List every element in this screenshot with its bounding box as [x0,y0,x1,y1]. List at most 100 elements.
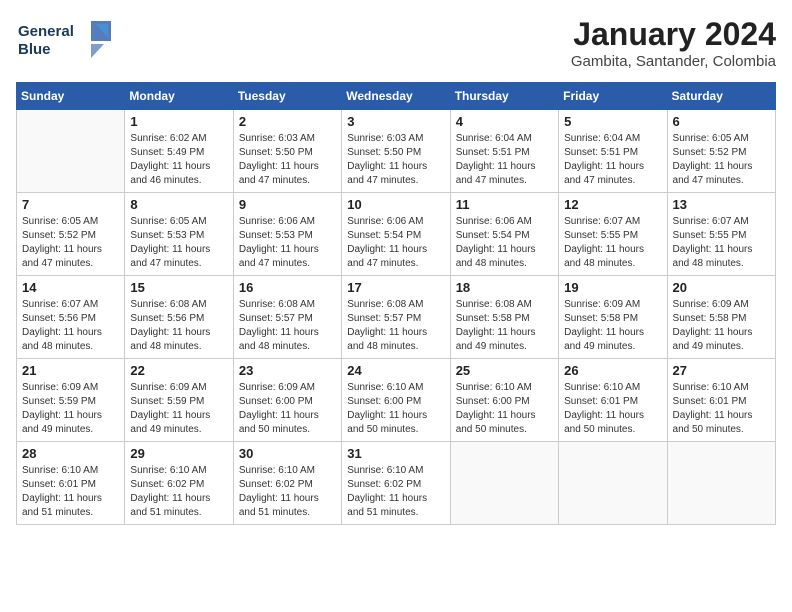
day-info: Sunrise: 6:08 AMSunset: 5:58 PMDaylight:… [456,298,553,354]
calendar-cell: 11 Sunrise: 6:06 AMSunset: 5:54 PMDayligh… [450,193,558,276]
day-info: Sunrise: 6:10 AMSunset: 6:00 PMDaylight:… [456,381,553,437]
calendar-cell: 15 Sunrise: 6:08 AMSunset: 5:56 PMDayligh… [125,276,233,359]
day-info: Sunrise: 6:06 AMSunset: 5:53 PMDaylight:… [239,215,336,271]
day-info: Sunrise: 6:07 AMSunset: 5:55 PMDaylight:… [564,215,661,271]
calendar-cell: 29Sunrise: 6:10 AMSunset: 6:02 PMDayligh… [125,442,233,525]
calendar-cell: 28Sunrise: 6:10 AMSunset: 6:01 PMDayligh… [17,442,125,525]
day-number: 23 [239,363,336,378]
header-monday: Monday [125,83,233,110]
day-info: Sunrise: 6:06 AMSunset: 5:54 PMDaylight:… [456,215,553,271]
calendar-cell: 18Sunrise: 6:08 AMSunset: 5:58 PMDayligh… [450,276,558,359]
day-number: 31 [347,446,444,461]
svg-text:General: General [18,23,74,40]
calendar-cell: 22 Sunrise: 6:09 AMSunset: 5:59 PMDayligh… [125,359,233,442]
day-info: Sunrise: 6:05 AMSunset: 5:52 PMDaylight:… [673,132,770,188]
day-info: Sunrise: 6:08 AMSunset: 5:56 PMDaylight:… [130,298,227,354]
calendar-cell: 1Sunrise: 6:02 AMSunset: 5:49 PMDaylight… [125,110,233,193]
day-number: 26 [564,363,661,378]
day-info: Sunrise: 6:10 AMSunset: 6:02 PMDaylight:… [347,464,444,520]
day-number: 15 [130,280,227,295]
location-subtitle: Gambita, Santander, Colombia [571,53,776,70]
calendar-table: SundayMondayTuesdayWednesdayThursdayFrid… [16,82,776,525]
calendar-cell: 3 Sunrise: 6:03 AMSunset: 5:50 PMDaylight… [342,110,450,193]
day-info: Sunrise: 6:10 AMSunset: 6:02 PMDaylight:… [239,464,336,520]
day-info: Sunrise: 6:09 AMSunset: 5:58 PMDaylight:… [673,298,770,354]
day-number: 3 [347,114,444,129]
calendar-cell: 30 Sunrise: 6:10 AMSunset: 6:02 PMDayligh… [233,442,341,525]
day-number: 9 [239,197,336,212]
week-row-1: 1Sunrise: 6:02 AMSunset: 5:49 PMDaylight… [17,110,776,193]
day-info: Sunrise: 6:10 AMSunset: 6:00 PMDaylight:… [347,381,444,437]
calendar-cell: 26 Sunrise: 6:10 AMSunset: 6:01 PMDayligh… [559,359,667,442]
day-info: Sunrise: 6:09 AMSunset: 5:59 PMDaylight:… [22,381,119,437]
day-info: Sunrise: 6:10 AMSunset: 6:01 PMDaylight:… [564,381,661,437]
calendar-cell: 17 Sunrise: 6:08 AMSunset: 5:57 PMDayligh… [342,276,450,359]
month-title: January 2024 [571,16,776,53]
header-wednesday: Wednesday [342,83,450,110]
logo-text: General Blue [16,16,116,66]
header-row: SundayMondayTuesdayWednesdayThursdayFrid… [17,83,776,110]
calendar-cell: 2Sunrise: 6:03 AMSunset: 5:50 PMDaylight… [233,110,341,193]
calendar-cell: 24 Sunrise: 6:10 AMSunset: 6:00 PMDayligh… [342,359,450,442]
calendar-cell: 20 Sunrise: 6:09 AMSunset: 5:58 PMDayligh… [667,276,775,359]
day-info: Sunrise: 6:09 AMSunset: 5:59 PMDaylight:… [130,381,227,437]
calendar-cell: 9 Sunrise: 6:06 AMSunset: 5:53 PMDaylight… [233,193,341,276]
day-number: 20 [673,280,770,295]
week-row-4: 21Sunrise: 6:09 AMSunset: 5:59 PMDayligh… [17,359,776,442]
day-number: 17 [347,280,444,295]
day-number: 11 [456,197,553,212]
day-info: Sunrise: 6:10 AMSunset: 6:02 PMDaylight:… [130,464,227,520]
day-number: 30 [239,446,336,461]
calendar-cell: 6 Sunrise: 6:05 AMSunset: 5:52 PMDaylight… [667,110,775,193]
calendar-cell: 31 Sunrise: 6:10 AMSunset: 6:02 PMDayligh… [342,442,450,525]
calendar-cell: 21Sunrise: 6:09 AMSunset: 5:59 PMDayligh… [17,359,125,442]
day-info: Sunrise: 6:10 AMSunset: 6:01 PMDaylight:… [673,381,770,437]
day-number: 22 [130,363,227,378]
calendar-cell [450,442,558,525]
day-number: 7 [22,197,119,212]
day-number: 27 [673,363,770,378]
day-number: 14 [22,280,119,295]
header-thursday: Thursday [450,83,558,110]
day-info: Sunrise: 6:03 AMSunset: 5:50 PMDaylight:… [347,132,444,188]
day-info: Sunrise: 6:07 AMSunset: 5:56 PMDaylight:… [22,298,119,354]
day-number: 16 [239,280,336,295]
day-info: Sunrise: 6:04 AMSunset: 5:51 PMDaylight:… [456,132,553,188]
day-info: Sunrise: 6:07 AMSunset: 5:55 PMDaylight:… [673,215,770,271]
day-number: 5 [564,114,661,129]
day-info: Sunrise: 6:03 AMSunset: 5:50 PMDaylight:… [239,132,336,188]
day-number: 28 [22,446,119,461]
calendar-cell: 10Sunrise: 6:06 AMSunset: 5:54 PMDayligh… [342,193,450,276]
calendar-cell: 19 Sunrise: 6:09 AMSunset: 5:58 PMDayligh… [559,276,667,359]
header-sunday: Sunday [17,83,125,110]
calendar-cell: 23Sunrise: 6:09 AMSunset: 6:00 PMDayligh… [233,359,341,442]
day-number: 1 [130,114,227,129]
calendar-cell: 13Sunrise: 6:07 AMSunset: 5:55 PMDayligh… [667,193,775,276]
day-info: Sunrise: 6:09 AMSunset: 5:58 PMDaylight:… [564,298,661,354]
day-info: Sunrise: 6:05 AMSunset: 5:53 PMDaylight:… [130,215,227,271]
header-saturday: Saturday [667,83,775,110]
day-number: 8 [130,197,227,212]
week-row-3: 14 Sunrise: 6:07 AMSunset: 5:56 PMDayligh… [17,276,776,359]
header: General Blue January 2024 Gambita, Santa… [16,16,776,70]
calendar-cell [667,442,775,525]
calendar-cell: 7Sunrise: 6:05 AMSunset: 5:52 PMDaylight… [17,193,125,276]
calendar-cell: 14 Sunrise: 6:07 AMSunset: 5:56 PMDayligh… [17,276,125,359]
week-row-2: 7Sunrise: 6:05 AMSunset: 5:52 PMDaylight… [17,193,776,276]
calendar-cell: 16 Sunrise: 6:08 AMSunset: 5:57 PMDayligh… [233,276,341,359]
calendar-cell: 8 Sunrise: 6:05 AMSunset: 5:53 PMDaylight… [125,193,233,276]
calendar-cell: 25Sunrise: 6:10 AMSunset: 6:00 PMDayligh… [450,359,558,442]
day-number: 19 [564,280,661,295]
day-number: 6 [673,114,770,129]
calendar-cell: 4Sunrise: 6:04 AMSunset: 5:51 PMDaylight… [450,110,558,193]
day-info: Sunrise: 6:06 AMSunset: 5:54 PMDaylight:… [347,215,444,271]
calendar-cell: 12 Sunrise: 6:07 AMSunset: 5:55 PMDayligh… [559,193,667,276]
week-row-5: 28Sunrise: 6:10 AMSunset: 6:01 PMDayligh… [17,442,776,525]
svg-text:Blue: Blue [18,41,51,58]
title-area: January 2024 Gambita, Santander, Colombi… [571,16,776,70]
day-number: 24 [347,363,444,378]
day-info: Sunrise: 6:08 AMSunset: 5:57 PMDaylight:… [347,298,444,354]
day-info: Sunrise: 6:08 AMSunset: 5:57 PMDaylight:… [239,298,336,354]
calendar-cell: 5Sunrise: 6:04 AMSunset: 5:51 PMDaylight… [559,110,667,193]
day-number: 12 [564,197,661,212]
